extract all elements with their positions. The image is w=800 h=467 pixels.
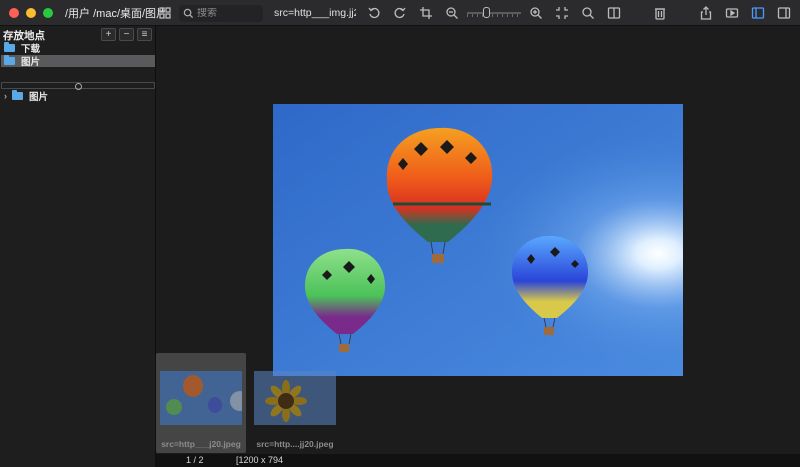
crop-icon[interactable] <box>418 5 434 21</box>
image-viewer[interactable]: src=http___j20.jpeg src=http....jj20.jpe <box>156 26 800 454</box>
search-input[interactable] <box>197 8 257 19</box>
image-dimensions: [1200 x 794 <box>236 455 284 465</box>
rotate-right-icon[interactable] <box>392 5 408 21</box>
breadcrumb-path[interactable]: /用户 /mac/桌面/图片 <box>65 5 165 21</box>
sidebar-splitter-handle[interactable] <box>1 82 155 90</box>
zoom-slider[interactable] <box>467 7 521 18</box>
folder-tree-item-pictures[interactable]: › 图片 <box>4 90 49 103</box>
zoom-slider-ticks <box>467 14 521 17</box>
share-icon[interactable] <box>698 5 714 21</box>
folder-icon <box>4 42 15 52</box>
fit-zoom-icon[interactable] <box>580 5 596 21</box>
location-item-pictures[interactable]: 图片 <box>1 55 155 68</box>
remove-location-button[interactable]: − <box>119 28 134 41</box>
thumbnail-label: src=http___j20.jpeg <box>161 439 241 449</box>
folder-icon <box>4 55 15 65</box>
current-file-title: src=http___img.jj20 <box>274 7 356 19</box>
minimize-window-button[interactable] <box>26 7 36 18</box>
split-view-icon[interactable] <box>606 5 622 21</box>
location-label: 图片 <box>21 57 41 68</box>
actual-size-icon[interactable] <box>554 5 570 21</box>
thumbnail-image <box>254 371 336 425</box>
folder-icon <box>12 90 23 100</box>
thumbnail-sunflower[interactable]: src=http....jj20.jpeg <box>250 353 340 453</box>
maximize-window-button[interactable] <box>43 7 53 18</box>
add-location-button[interactable]: + <box>101 28 116 41</box>
zoom-in-icon[interactable] <box>528 5 544 21</box>
location-label: 下载 <box>21 44 41 55</box>
left-sidebar-icon[interactable] <box>750 5 766 21</box>
trash-icon[interactable] <box>652 5 668 21</box>
thumbnail-balloons[interactable]: src=http___j20.jpeg <box>156 353 246 453</box>
grid-view-icon[interactable] <box>157 5 173 21</box>
location-item-downloads[interactable]: 下载 <box>1 42 155 55</box>
status-bar: 1 / 2 [1200 x 794 <box>156 454 800 467</box>
slideshow-icon[interactable] <box>724 5 740 21</box>
thumbnail-image <box>160 371 242 425</box>
zoom-out-icon[interactable] <box>444 5 460 21</box>
right-sidebar-icon[interactable] <box>776 5 792 21</box>
window-controls <box>9 7 53 18</box>
chevron-right-icon[interactable]: › <box>4 91 7 101</box>
tree-item-label: 图片 <box>29 92 49 103</box>
zoom-slider-knob[interactable] <box>483 7 490 18</box>
close-window-button[interactable] <box>9 7 19 18</box>
search-icon <box>183 8 194 19</box>
image-position-counter: 1 / 2 <box>186 455 204 465</box>
rotate-left-icon[interactable] <box>366 5 382 21</box>
toolbar: /用户 /mac/桌面/图片 src=http___img.jj20 <box>0 0 800 26</box>
search-field[interactable] <box>179 5 263 22</box>
thumbnail-label: src=http....jj20.jpeg <box>256 439 334 449</box>
location-options-button[interactable]: ≡ <box>137 28 152 41</box>
sidebar: 存放地点 + − ≡ 下载 图片 › 图片 <box>0 26 156 467</box>
main-photo[interactable] <box>273 104 683 376</box>
